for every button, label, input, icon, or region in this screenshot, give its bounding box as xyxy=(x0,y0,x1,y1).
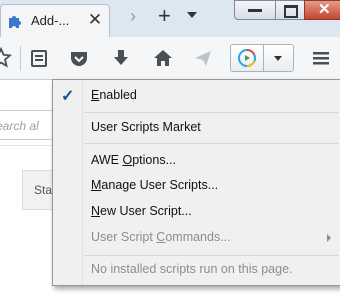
download-icon[interactable] xyxy=(110,47,132,69)
menu-item-label: AWE Options... xyxy=(91,153,176,167)
split-divider xyxy=(263,45,264,71)
menu-item-label: User Script Commands... xyxy=(91,230,231,244)
menu-item-label: Manage User Scripts... xyxy=(91,178,219,192)
restore-button[interactable] xyxy=(275,0,305,20)
star-icon[interactable] xyxy=(0,46,13,69)
tab-strip: Add-... ✕ › + ✕ xyxy=(0,0,340,37)
menu-item-label: No installed scripts run on this page. xyxy=(91,262,293,276)
menu-item-user-scripts-market[interactable]: User Scripts Market xyxy=(54,117,339,139)
menu-separator xyxy=(84,112,338,113)
tab-add-ons[interactable]: Add-... ✕ xyxy=(0,4,110,37)
divider xyxy=(0,145,60,146)
window-close-icon: ✕ xyxy=(318,1,331,18)
toolbar-separator xyxy=(20,46,21,71)
menu-item-label: User Scripts Market xyxy=(91,120,201,134)
tab-close-icon[interactable]: ✕ xyxy=(87,10,103,30)
window-close-button[interactable]: ✕ xyxy=(304,0,340,20)
home-icon[interactable] xyxy=(152,47,174,69)
submenu-arrow-icon xyxy=(327,234,331,242)
menu-item-new-user-script[interactable]: New User Script... xyxy=(54,201,339,223)
minimize-icon xyxy=(248,9,262,12)
menu-separator xyxy=(84,143,338,144)
awe-dropdown-menu: ✓ Enabled User Scripts Market AWE Option… xyxy=(52,79,340,286)
menu-item-manage-user-scripts[interactable]: Manage User Scripts... xyxy=(54,175,339,197)
side-panel-label: Sta xyxy=(34,183,53,197)
tab-scroll-right-icon[interactable]: › xyxy=(130,6,136,27)
puzzle-piece-icon xyxy=(7,13,23,29)
nav-toolbar xyxy=(0,37,340,80)
menu-item-label: New User Script... xyxy=(91,204,192,218)
list-all-tabs-icon[interactable] xyxy=(187,12,197,18)
pocket-icon[interactable] xyxy=(68,47,90,69)
menu-item-label: Enabled xyxy=(91,88,137,102)
menu-item-enabled[interactable]: ✓ Enabled xyxy=(54,85,339,107)
awe-extension-button[interactable] xyxy=(230,44,294,72)
awe-extension-icon xyxy=(238,49,256,70)
send-icon[interactable] xyxy=(192,47,214,69)
menu-separator xyxy=(84,255,338,256)
dropdown-arrow-icon[interactable] xyxy=(274,56,282,61)
menu-item-awe-options[interactable]: AWE Options... xyxy=(54,150,339,172)
restore-icon xyxy=(284,5,298,18)
menu-item-user-script-commands[interactable]: User Script Commands... xyxy=(54,227,339,249)
hamburger-menu-icon[interactable] xyxy=(310,47,332,69)
reading-list-icon[interactable] xyxy=(28,47,50,69)
minimize-button[interactable] xyxy=(234,0,276,20)
search-placeholder: earch al xyxy=(0,119,39,133)
checkmark-icon: ✓ xyxy=(61,88,75,105)
tab-title: Add-... xyxy=(31,13,70,28)
menu-item-status: No installed scripts run on this page. xyxy=(54,259,339,281)
new-tab-button[interactable]: + xyxy=(158,4,171,28)
